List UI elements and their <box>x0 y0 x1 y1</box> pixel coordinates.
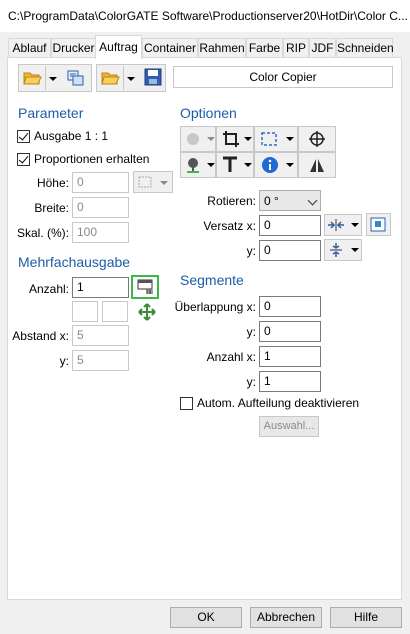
chevron-down-icon[interactable] <box>244 137 252 141</box>
auswahl-button[interactable]: Auswahl... <box>259 416 319 437</box>
open-folder-icon[interactable] <box>22 69 42 87</box>
tab-ablauf[interactable]: Ablauf <box>8 38 51 57</box>
proportionen-label: Proportionen erhalten <box>34 152 150 166</box>
anzahl-y-field[interactable]: 1 <box>259 371 321 392</box>
grid-y-field[interactable] <box>102 301 128 322</box>
skal-field[interactable]: 100 <box>72 222 129 243</box>
hoehe-field[interactable]: 0 <box>72 172 129 193</box>
skal-label: Skal. (%): <box>16 226 69 240</box>
parameter-heading: Parameter <box>18 105 84 121</box>
abstand-x-field[interactable]: 5 <box>72 325 129 346</box>
tab-auftrag[interactable]: Auftrag <box>95 35 142 59</box>
ok-button[interactable]: OK <box>170 607 242 628</box>
info-icon <box>261 156 279 174</box>
chevron-down-icon[interactable] <box>351 223 359 227</box>
anzahl-x-field[interactable]: 1 <box>259 346 321 367</box>
versatz-x-label: Versatz x: <box>203 219 256 233</box>
copy-pages-icon[interactable] <box>66 68 86 88</box>
abstand-y-field[interactable]: 5 <box>72 350 129 371</box>
chevron-down-icon[interactable] <box>286 137 294 141</box>
versatz-x-field[interactable]: 0 <box>259 215 321 236</box>
center-page-icon <box>370 217 386 232</box>
abstand-x-label: Abstand x: <box>12 329 69 343</box>
ausgabe-label: Ausgabe 1 : 1 <box>34 129 109 143</box>
mehrfach-heading: Mehrfachausgabe <box>18 254 131 270</box>
ueberlappung-x-label: Überlappung x: <box>174 300 256 314</box>
selection-icon <box>259 130 279 148</box>
tab-farbe[interactable]: Farbe <box>246 38 283 57</box>
chevron-down-icon[interactable] <box>49 77 57 81</box>
breite-field[interactable]: 0 <box>72 197 129 218</box>
crosshair-icon <box>308 130 326 148</box>
tab-container[interactable]: Container <box>142 38 198 57</box>
chevron-down-icon[interactable] <box>207 163 215 167</box>
tab-drucker[interactable]: Drucker <box>51 38 96 57</box>
profile-name-field[interactable]: Color Copier <box>173 66 393 88</box>
anzahl-y-label: y: <box>246 375 256 389</box>
ueberlappung-y-label: y: <box>246 325 256 339</box>
chevron-down-icon[interactable] <box>286 163 294 167</box>
chevron-down-icon[interactable] <box>207 137 215 141</box>
anzahl-field[interactable]: 1 <box>72 277 129 298</box>
arrange-arrows-icon[interactable] <box>137 302 157 322</box>
ausgabe-checkbox[interactable] <box>17 130 30 143</box>
rotieren-label: Rotieren: <box>207 194 256 208</box>
toolbar-separator <box>123 66 124 90</box>
crop-icon <box>222 130 240 148</box>
tree-icon <box>184 156 202 174</box>
grid-x-field[interactable] <box>72 301 98 322</box>
help-button[interactable]: Hilfe <box>330 607 402 628</box>
text-icon <box>221 155 239 173</box>
chevron-down-icon[interactable] <box>351 248 359 252</box>
tab-schneiden[interactable]: Schneiden <box>336 38 394 57</box>
autom-aufteilung-checkbox[interactable] <box>180 397 193 410</box>
segmente-heading: Segmente <box>180 272 244 288</box>
breite-label: Breite: <box>34 201 69 215</box>
abstand-y-label: y: <box>59 354 69 368</box>
versatz-y-field[interactable]: 0 <box>259 240 321 261</box>
chevron-down-icon[interactable] <box>244 163 252 167</box>
multi-output-button[interactable] <box>131 275 159 299</box>
tab-rip[interactable]: RIP <box>283 38 309 57</box>
anzahl-label: Anzahl: <box>28 282 69 296</box>
open-folder-icon[interactable] <box>100 69 120 87</box>
frame-icon <box>138 176 152 188</box>
versatz-y-label: y: <box>246 244 256 258</box>
align-horizontal-icon <box>327 218 345 232</box>
cancel-button[interactable]: Abbrechen <box>250 607 322 628</box>
rotieren-value: 0 ° <box>264 194 279 208</box>
proportionen-checkbox[interactable] <box>17 153 30 166</box>
tab-rahmen[interactable]: Rahmen <box>198 38 246 57</box>
ueberlappung-x-field[interactable]: 0 <box>259 296 321 317</box>
toolbar-separator <box>45 66 46 90</box>
optionen-heading: Optionen <box>180 105 237 121</box>
window-title: C:\ProgramData\ColorGATE Software\Produc… <box>8 9 408 23</box>
mirror-icon <box>308 156 326 174</box>
chevron-down-icon[interactable] <box>127 77 135 81</box>
hoehe-label: Höhe: <box>36 176 69 190</box>
fill-bucket-icon <box>185 131 201 147</box>
anzahl-x-label: Anzahl x: <box>206 350 256 364</box>
tab-jdf[interactable]: JDF <box>309 38 336 57</box>
chevron-down-icon[interactable] <box>160 181 168 185</box>
save-disk-icon[interactable] <box>144 68 162 86</box>
autom-aufteilung-label: Autom. Aufteilung deaktivieren <box>197 396 360 410</box>
align-vertical-icon <box>329 242 343 258</box>
title-bar: C:\ProgramData\ColorGATE Software\Produc… <box>0 0 410 32</box>
ueberlappung-y-field[interactable]: 0 <box>259 321 321 342</box>
